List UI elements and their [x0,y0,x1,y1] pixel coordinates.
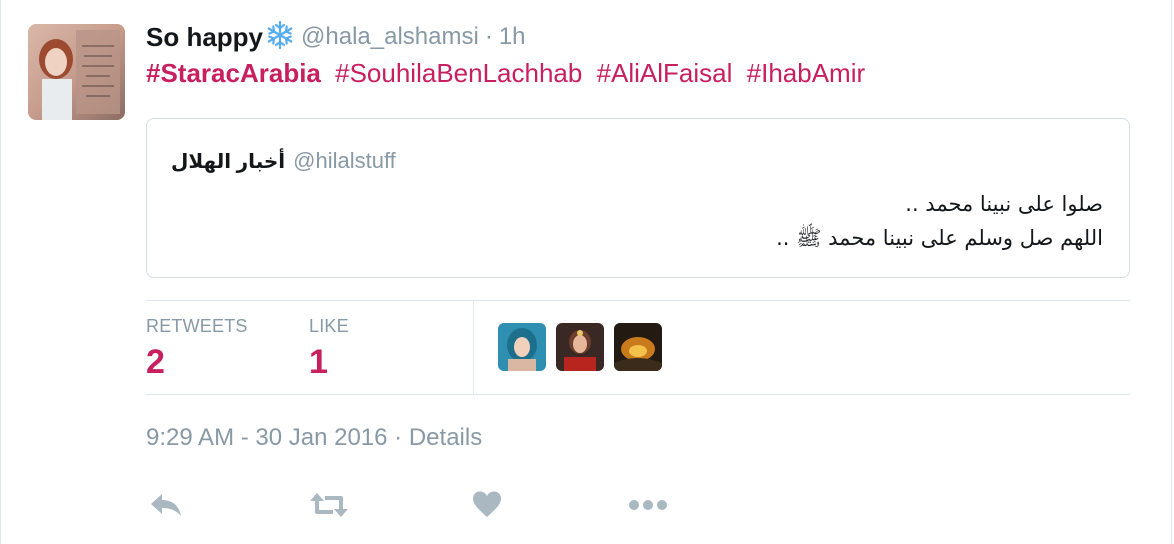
divider [146,300,1130,301]
hashtags: #StaracArabia #SouhilaBenLachhab #AliAlF… [146,58,872,89]
stats-separator [473,301,474,394]
timestamp-separator: · [394,424,403,451]
quoted-tweet-header: أخبار الهلال @hilalstuff [171,148,396,174]
timestamp-time[interactable]: 9:29 AM - 30 Jan 2016 [146,424,388,451]
hashtag-link[interactable]: #AliAlFaisal [597,58,733,88]
tweet-header: So happy @hala_alshamsi · 1h [146,20,526,54]
quoted-author-name: أخبار الهلال [171,151,286,173]
liker-avatars [498,323,662,371]
likes-label: LIKE [309,316,349,336]
hashtag-link[interactable]: #IhabAmir [747,58,866,88]
quoted-text-line: اللهم صل وسلم على نبينا محمد ﷺ .. [776,226,1103,250]
author-handle[interactable]: @hala_alshamsi [301,23,479,51]
details-link[interactable]: Details [409,424,482,451]
retweets-count: 2 [146,343,165,381]
like-icon[interactable] [472,490,502,523]
quoted-text-line: صلوا على نبينا محمد .. [905,192,1103,216]
reply-icon[interactable] [149,492,183,523]
header-separator: · [484,23,493,50]
divider [146,394,1130,395]
author-avatar[interactable] [28,24,125,120]
likes-stat[interactable]: LIKE 1 [309,316,349,382]
snowflake-icon [265,20,295,55]
retweets-stat[interactable]: RETWEETS 2 [146,316,248,382]
liker-avatar[interactable] [556,323,604,371]
liker-avatar[interactable] [614,323,662,371]
retweets-label: RETWEETS [146,316,248,336]
hashtag-link[interactable]: #StaracArabia [146,58,321,88]
more-icon[interactable] [628,498,668,516]
tweet-timestamp: 9:29 AM - 30 Jan 2016 · Details [146,424,482,452]
quoted-tweet[interactable]: أخبار الهلال @hilalstuff صلوا على نبينا … [146,118,1130,278]
hashtag-link[interactable]: #SouhilaBenLachhab [335,58,582,88]
retweet-icon[interactable] [309,492,349,523]
tweet-card: So happy @hala_alshamsi · 1h #StaracArab… [0,0,1172,544]
quoted-tweet-text: صلوا على نبينا محمد .. اللهم صل وسلم على… [776,187,1103,255]
tweet-age[interactable]: 1h [499,23,526,51]
author-name[interactable]: So happy [146,22,263,53]
likes-count: 1 [309,343,328,381]
liker-avatar[interactable] [498,323,546,371]
quoted-author-handle: @hilalstuff [293,148,396,173]
